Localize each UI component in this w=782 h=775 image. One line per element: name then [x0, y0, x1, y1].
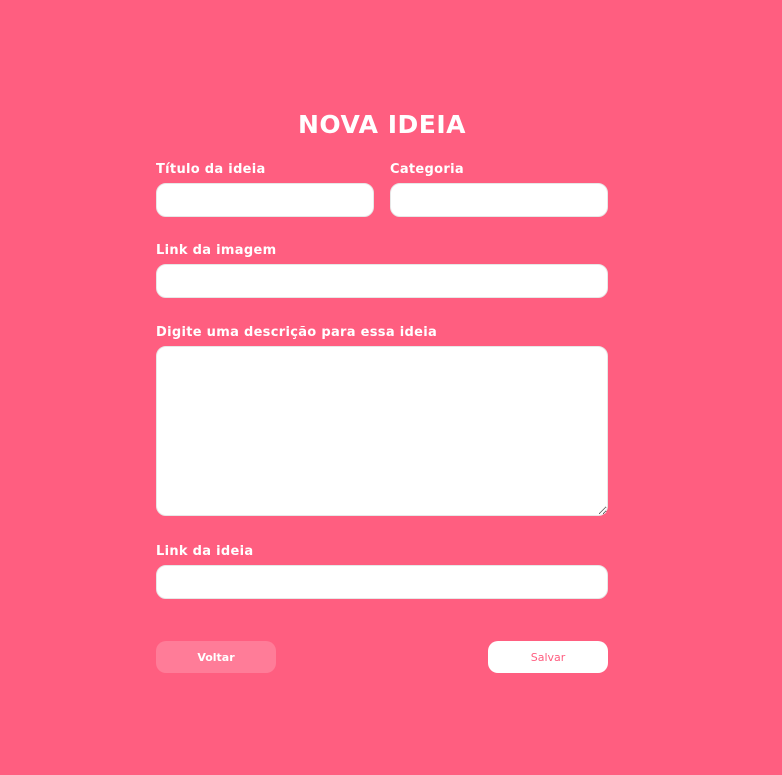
category-group: Categoria — [390, 162, 608, 217]
idea-title-label: Título da ideia — [156, 162, 266, 177]
title-category-row: Título da ideia Categoria — [156, 162, 608, 217]
category-label: Categoria — [390, 162, 464, 177]
description-label: Digite uma descrição para essa ideia — [156, 325, 438, 340]
page-title: NOVA IDEIA — [298, 110, 466, 139]
image-link-group: Link da imagem — [156, 243, 608, 298]
save-button[interactable]: Salvar — [488, 641, 608, 673]
description-group: Digite uma descrição para essa ideia — [156, 325, 608, 516]
description-textarea[interactable] — [156, 346, 608, 516]
new-idea-form: NOVA IDEIA Título da ideia Categoria Lin… — [156, 110, 608, 673]
form-actions: Voltar Salvar — [156, 641, 608, 673]
idea-link-label: Link da ideia — [156, 544, 254, 559]
idea-link-input[interactable] — [156, 565, 608, 599]
image-link-input[interactable] — [156, 264, 608, 298]
idea-title-group: Título da ideia — [156, 162, 374, 217]
category-input[interactable] — [390, 183, 608, 217]
idea-title-input[interactable] — [156, 183, 374, 217]
image-link-label: Link da imagem — [156, 243, 277, 258]
back-button[interactable]: Voltar — [156, 641, 276, 673]
idea-link-group: Link da ideia — [156, 544, 608, 599]
